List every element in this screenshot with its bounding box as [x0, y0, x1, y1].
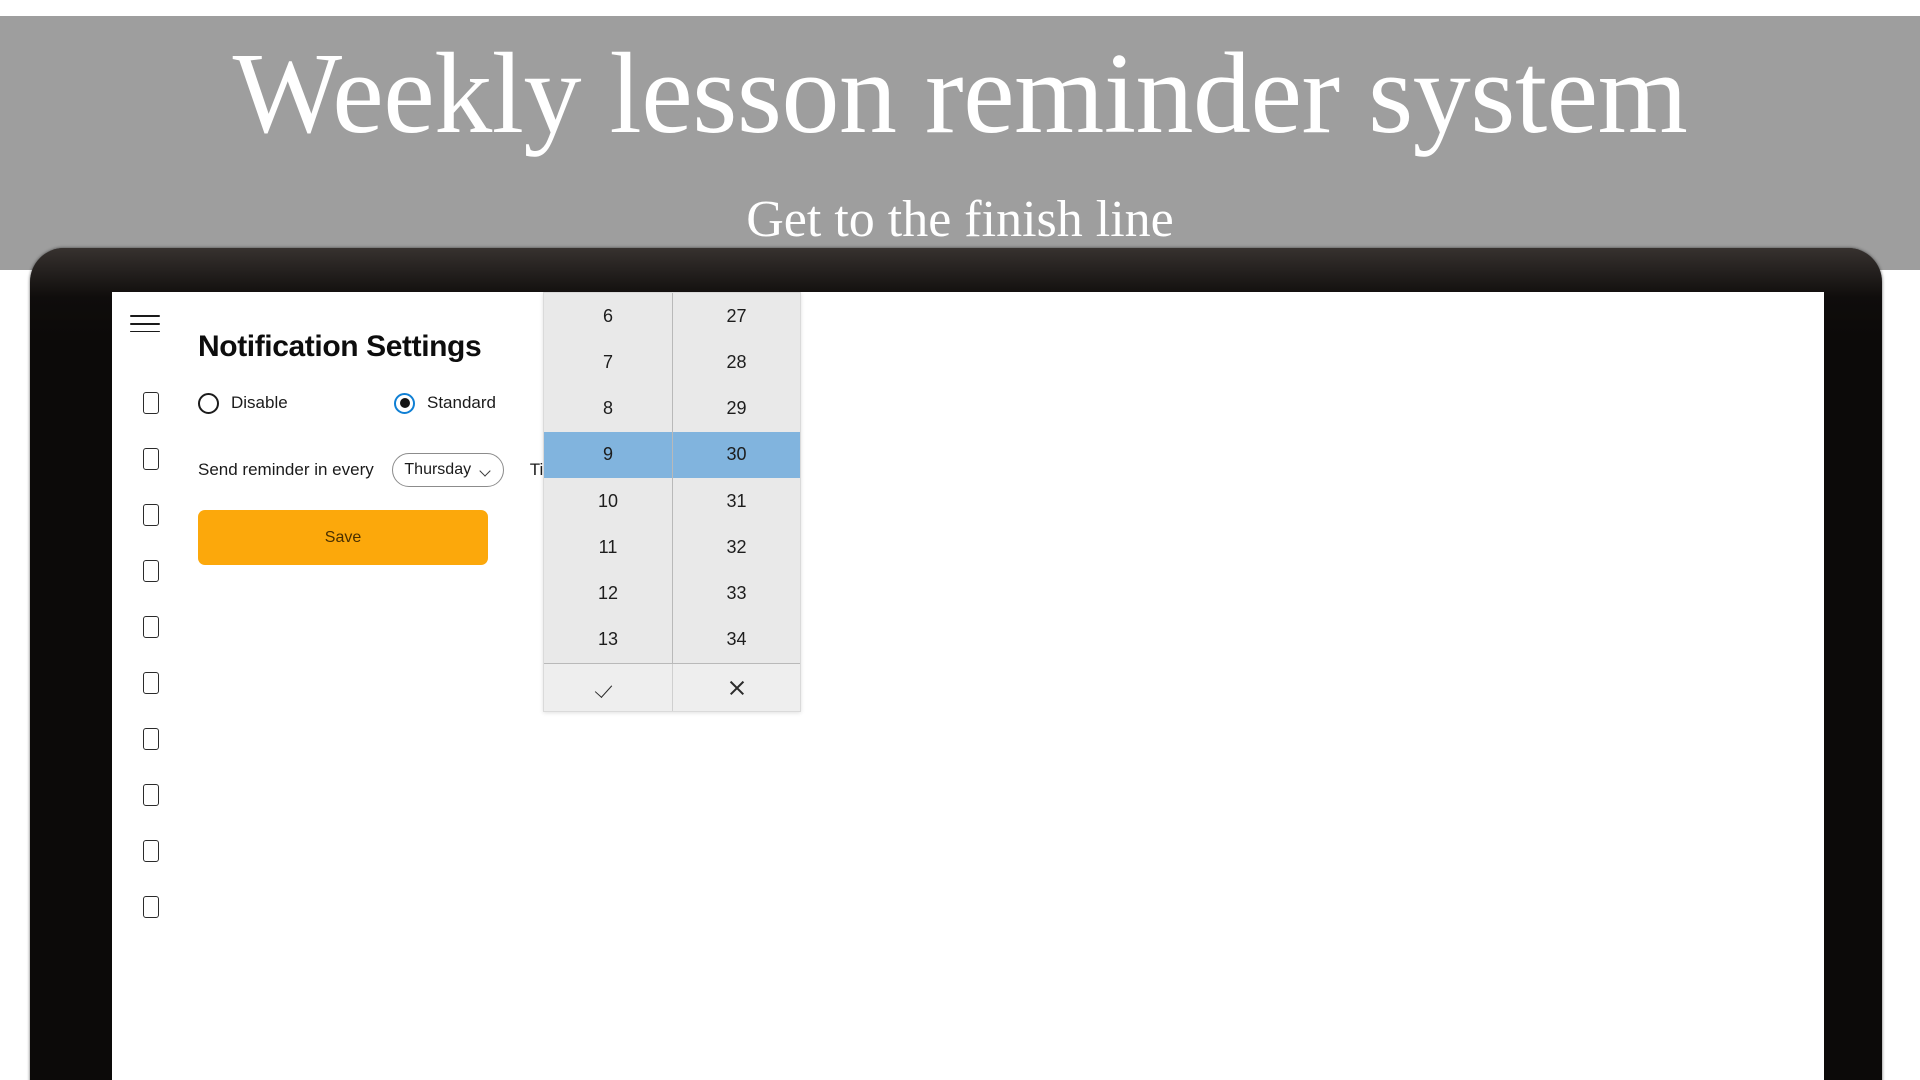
hour-cell[interactable]: 12	[544, 571, 672, 617]
sidebar-item[interactable]	[112, 599, 190, 655]
minute-cell[interactable]: 32	[673, 524, 800, 570]
placeholder-box-icon	[143, 504, 159, 526]
radio-option-disable[interactable]: Disable	[198, 388, 288, 418]
save-button[interactable]: Save	[198, 510, 488, 565]
tablet-device-frame: Notification Settings Disable Standard S…	[30, 248, 1882, 1080]
close-icon	[728, 679, 746, 697]
sidebar-item[interactable]	[112, 431, 190, 487]
sidebar-item[interactable]	[112, 711, 190, 767]
hour-cell[interactable]: 6	[544, 293, 672, 339]
minute-cell[interactable]: 29	[673, 386, 800, 432]
sidebar-item[interactable]	[112, 823, 190, 879]
hamburger-bar	[130, 322, 160, 325]
time-picker-columns: 6 7 8 9 10 11 12 13 27 28 29 30 31 32 33 34	[544, 293, 800, 663]
placeholder-box-icon	[143, 728, 159, 750]
banner-title: Weekly lesson reminder system	[232, 30, 1688, 158]
hamburger-bar	[130, 315, 160, 317]
minute-column[interactable]: 27 28 29 30 31 32 33 34	[672, 293, 800, 663]
placeholder-box-icon	[143, 448, 159, 470]
sidebar-item[interactable]	[112, 767, 190, 823]
placeholder-box-icon	[143, 784, 159, 806]
check-icon	[597, 680, 619, 696]
time-picker-confirm-button[interactable]	[544, 664, 672, 711]
radio-label-disable: Disable	[231, 393, 288, 412]
reminder-prefix-label: Send reminder in every	[198, 460, 374, 479]
sidebar-item-list	[112, 375, 190, 935]
page-title: Notification Settings	[198, 330, 482, 363]
radio-checked-icon	[394, 392, 415, 414]
minute-cell[interactable]: 31	[673, 478, 800, 524]
time-picker-cancel-button[interactable]	[672, 664, 800, 711]
hour-cell[interactable]: 7	[544, 339, 672, 385]
hour-cell[interactable]: 13	[544, 617, 672, 663]
day-of-week-value: Thursday	[404, 461, 472, 478]
sidebar-item[interactable]	[112, 879, 190, 935]
hour-cell[interactable]: 9	[544, 431, 672, 478]
hour-cell[interactable]: 8	[544, 386, 672, 432]
chevron-down-icon	[480, 467, 491, 474]
sidebar-item[interactable]	[112, 487, 190, 543]
banner-subtitle: Get to the finish line	[746, 191, 1174, 248]
time-picker-flyout: 6 7 8 9 10 11 12 13 27 28 29 30 31 32 33 34	[543, 292, 801, 712]
placeholder-box-icon	[143, 840, 159, 862]
placeholder-box-icon	[143, 560, 159, 582]
radio-option-standard[interactable]: Standard	[394, 388, 496, 418]
screenshot-root: Weekly lesson reminder system Get to the…	[0, 0, 1920, 1080]
minute-cell[interactable]: 30	[673, 431, 800, 478]
day-of-week-dropdown[interactable]: Thursday	[391, 453, 504, 487]
hour-column[interactable]: 6 7 8 9 10 11 12 13	[544, 293, 672, 663]
placeholder-box-icon	[143, 672, 159, 694]
hour-cell[interactable]: 11	[544, 524, 672, 570]
placeholder-box-icon	[143, 616, 159, 638]
minute-cell[interactable]: 34	[673, 617, 800, 663]
radio-unchecked-icon	[198, 392, 219, 414]
placeholder-box-icon	[143, 392, 159, 414]
placeholder-box-icon	[143, 896, 159, 918]
time-picker-actions	[544, 663, 800, 711]
hour-cell[interactable]: 10	[544, 478, 672, 524]
reminder-schedule-row: Send reminder in every Thursday Time:	[198, 450, 572, 490]
hamburger-bar	[130, 330, 160, 333]
sidebar-item[interactable]	[112, 543, 190, 599]
sidebar-item[interactable]	[112, 375, 190, 431]
radio-label-standard: Standard	[427, 393, 496, 412]
minute-cell[interactable]: 27	[673, 293, 800, 339]
sidebar-rail	[112, 292, 190, 1080]
hamburger-icon[interactable]	[130, 315, 160, 333]
sidebar-item[interactable]	[112, 655, 190, 711]
minute-cell[interactable]: 28	[673, 339, 800, 385]
minute-cell[interactable]: 33	[673, 571, 800, 617]
page-banner: Weekly lesson reminder system Get to the…	[0, 16, 1920, 270]
tablet-screen: Notification Settings Disable Standard S…	[112, 292, 1824, 1080]
